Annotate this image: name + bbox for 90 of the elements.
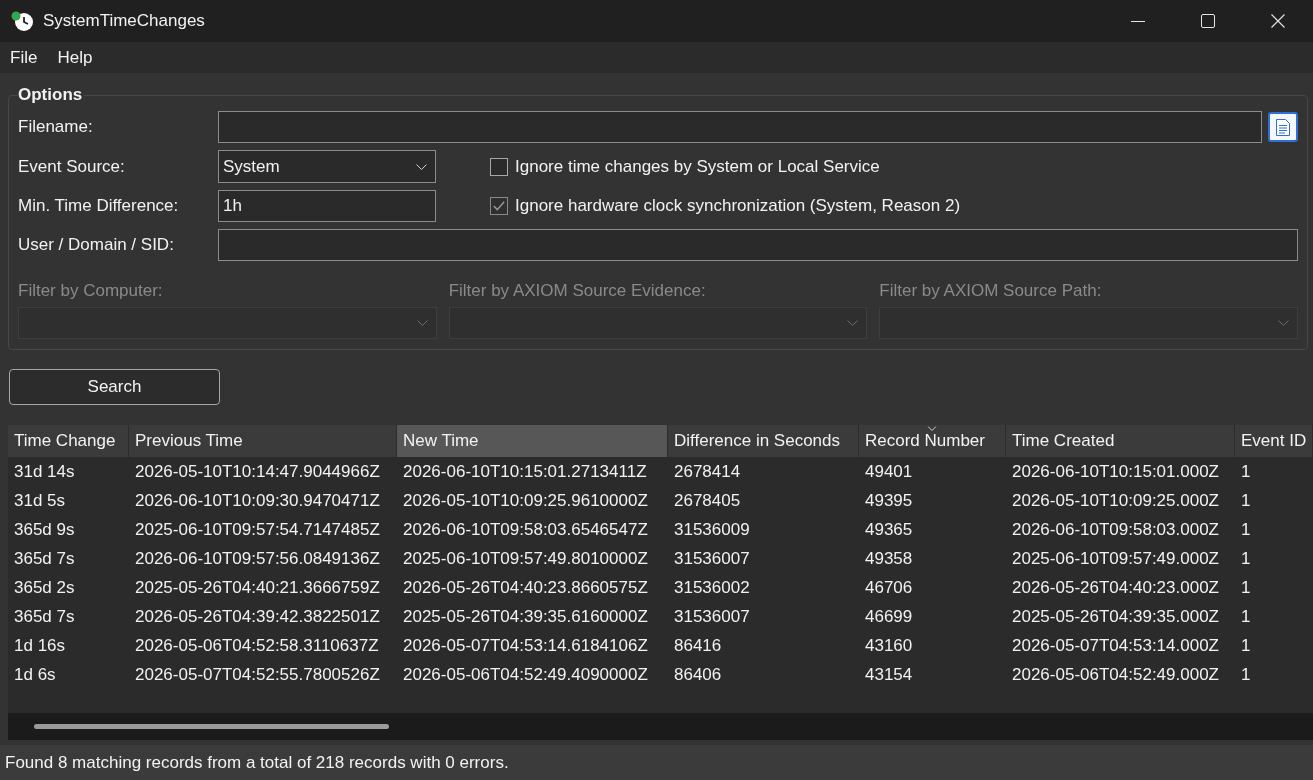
chevron-down-icon: [1278, 320, 1289, 326]
field-label: Filename:: [18, 116, 94, 139]
table-cell-text: 2026-05-06T04:52:58.3110637Z: [134, 634, 380, 657]
close-icon: [1271, 14, 1285, 28]
chevron-down-icon: [416, 163, 427, 170]
table-cell-text: 2026-05-26T04:40:23.8660575Z: [402, 576, 649, 599]
table-cell-text: 2678405: [673, 489, 742, 512]
table-cell-text: 2026-06-10T09:58:03.6546547Z: [402, 518, 649, 541]
table-cell-text: 2026-05-07T04:53:14.000Z: [1011, 634, 1220, 657]
table-cell-text: 86406: [673, 663, 723, 686]
table-cell-text: 31536007: [673, 547, 751, 570]
checkbox-label: Ignore hardware clock synchronization (System, Reason 2): [515, 195, 961, 218]
checkmark-icon: [493, 201, 505, 211]
table-cell-text: 2026-05-10T10:14:47.9044966Z: [134, 460, 381, 483]
table-cell-text: 2678414: [673, 460, 742, 483]
chevron-down-icon: [416, 320, 428, 326]
table-cell-text: 1: [1240, 460, 1252, 483]
table-cell-text: 1: [1240, 547, 1252, 570]
table-cell-text: 365d 7s: [13, 547, 76, 570]
table-cell-text: 1d 16s: [13, 634, 67, 657]
table-cell-text: 46699: [864, 605, 914, 628]
menu-item[interactable]: Help: [49, 42, 101, 73]
table-cell-text: 2025-05-26T04:39:35.6160000Z: [402, 605, 649, 628]
group-title: Options: [18, 85, 84, 105]
table-cell-text: 1: [1240, 663, 1252, 686]
table-cell-text: 43154: [864, 663, 914, 686]
table-cell-text: 365d 2s: [13, 576, 76, 599]
column-header[interactable]: New Time: [397, 425, 668, 457]
table-cell-text: 31536009: [673, 518, 751, 541]
table-cell-text: 46706: [864, 576, 914, 599]
filter-label: Filter by AXIOM Source Path:: [879, 281, 1103, 301]
checkbox-label: Ignore time changes by System or Local Service: [515, 155, 880, 178]
table-cell-text: 86416: [673, 634, 723, 657]
table-cell-text: 1: [1240, 605, 1252, 628]
search-button[interactable]: Search: [9, 369, 220, 405]
table-cell-text: 2026-05-26T04:40:23.000Z: [1011, 576, 1220, 599]
filter-label: Filter by Computer:: [18, 281, 164, 301]
table-cell-text: 2026-05-10T10:09:25.9610000Z: [402, 489, 649, 512]
checkbox[interactable]: [490, 197, 508, 215]
filter-label: Filter by AXIOM Source Evidence:: [448, 281, 707, 301]
table-cell-text: 2026-06-10T10:09:30.9470471Z: [134, 489, 381, 512]
user-domain-sid-input[interactable]: [218, 229, 1298, 261]
table-cell-text: 49395: [864, 489, 914, 512]
table-cell-text: 2026-06-10T10:15:01.2713411Z: [402, 460, 648, 483]
table-cell-text: 2026-05-07T04:53:14.6184106Z: [402, 634, 649, 657]
table-cell-text: 1d 6s: [13, 663, 57, 686]
checkbox[interactable]: [490, 157, 508, 176]
table-cell-text: 2026-05-10T10:09:25.000Z: [1011, 489, 1220, 512]
table-cell-text: 49358: [864, 547, 914, 570]
field-label: Min. Time Difference:: [18, 195, 180, 218]
filename-input[interactable]: [218, 111, 1262, 143]
minimize-icon: [1131, 20, 1145, 22]
table-cell-text: 43160: [864, 634, 914, 657]
table-cell-text: 2026-06-10T09:57:56.0849136Z: [134, 547, 381, 570]
table-cell-text: 31d 14s: [13, 460, 76, 483]
table-cell-text: 1: [1240, 634, 1252, 657]
table-cell-text: 49365: [864, 518, 914, 541]
browse-button[interactable]: [1268, 112, 1298, 142]
table-cell-text: 1: [1240, 489, 1252, 512]
table-cell-text: 2026-06-10T10:15:01.000Z: [1011, 460, 1220, 483]
menu-item[interactable]: File: [2, 42, 46, 73]
table-cell-text: 2026-05-07T04:52:55.7800526Z: [134, 663, 381, 686]
table-cell-text: 2025-05-26T04:40:21.3666759Z: [134, 576, 381, 599]
clock-icon: [11, 10, 34, 32]
event-source-dropdown[interactable]: System: [218, 150, 436, 183]
field-label: User / Domain / SID:: [18, 234, 175, 257]
table-cell-text: 2025-06-10T09:57:54.7147485Z: [134, 518, 381, 541]
table-cell-text: 2026-05-06T04:52:49.4090000Z: [402, 663, 649, 686]
table-cell-text: 365d 9s: [13, 518, 76, 541]
table-cell-text: 2026-05-06T04:52:49.000Z: [1011, 663, 1220, 686]
table-cell-text: 31d 5s: [13, 489, 67, 512]
table-cell-text: 2026-05-26T04:39:42.3822501Z: [134, 605, 381, 628]
document-icon: [1276, 118, 1290, 136]
table-cell-text: 2025-05-26T04:39:35.000Z: [1011, 605, 1220, 628]
table-cell-text: 31536007: [673, 605, 751, 628]
table-cell-text: 1: [1240, 518, 1252, 541]
table-cell-text: 2025-06-10T09:57:49.8010000Z: [402, 547, 649, 570]
table-cell-text: 31536002: [673, 576, 751, 599]
maximize-icon: [1201, 14, 1215, 28]
min-time-difference-input[interactable]: 1h: [218, 190, 436, 222]
table-cell-text: 365d 7s: [13, 605, 76, 628]
table-cell-text: 49401: [864, 460, 914, 483]
window-title: SystemTimeChanges: [43, 10, 205, 33]
table-cell-text: 2025-06-10T09:57:49.000Z: [1011, 547, 1220, 570]
horizontal-scrollbar[interactable]: [8, 713, 1313, 740]
status-text: Found 8 matching records from a total of 218 records with 0 errors.: [5, 751, 509, 774]
chevron-down-icon: [847, 320, 859, 326]
table-cell-text: 2026-06-10T09:58:03.000Z: [1011, 518, 1220, 541]
field-label: Event Source:: [18, 155, 126, 178]
table-cell-text: 1: [1240, 576, 1252, 599]
